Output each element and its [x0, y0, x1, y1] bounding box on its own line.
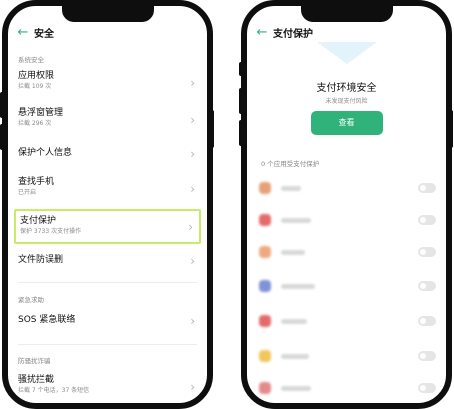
power-button — [210, 110, 214, 148]
right-top-bar: ← 支付保护 — [247, 22, 446, 42]
volume-button — [239, 120, 243, 146]
item-floating-window[interactable]: 悬浮窗管理 拦截 296 次 › — [14, 107, 201, 128]
protection-toggle[interactable] — [418, 183, 436, 193]
apps-count-label: 0 个应用受支付保护 — [261, 160, 320, 168]
app-icon — [259, 350, 271, 362]
app-row — [247, 378, 446, 398]
item-find-phone[interactable]: 查找手机 已开启 › — [14, 176, 201, 197]
item-title: 保护个人信息 — [18, 148, 73, 158]
item-payment-protection[interactable]: 支付保护 保护 3733 次支付操作 › — [14, 209, 201, 244]
status-subtitle: 未发现支付风险 — [325, 98, 368, 105]
item-title: 文件防误删 — [18, 255, 64, 265]
app-icon — [259, 315, 271, 327]
app-icon — [259, 382, 271, 394]
chevron-right-icon: › — [190, 314, 195, 328]
item-sub: 拦截 109 次 — [18, 83, 52, 90]
section-system-label: 系统安全 — [18, 56, 44, 64]
divider — [18, 344, 197, 345]
app-row — [247, 311, 446, 331]
item-sub: 拦截 296 次 — [18, 120, 52, 127]
notch — [300, 6, 393, 22]
page-title: 支付保护 — [273, 28, 313, 40]
protection-toggle[interactable] — [418, 281, 436, 291]
item-title: 悬浮窗管理 — [18, 108, 64, 118]
app-name-blurred — [281, 284, 315, 289]
app-name-blurred — [281, 250, 305, 255]
power-button — [449, 110, 453, 148]
divider — [18, 282, 197, 283]
item-harassment-block[interactable]: 骚扰拦截 拦截 7 个电话，37 条短信 › — [14, 374, 201, 395]
left-top-bar: ← 安全 — [8, 22, 207, 42]
volume-button — [239, 88, 243, 114]
app-name-blurred — [281, 319, 307, 324]
chevron-right-icon: › — [190, 147, 195, 161]
page-title: 安全 — [34, 28, 54, 40]
phone-frame-right: ← 支付保护 支付环境安全 未发现支付风险 查看 0 个应用受支付保护 — [241, 0, 452, 409]
protection-toggle[interactable] — [418, 247, 436, 257]
chevron-right-icon: › — [190, 254, 195, 268]
item-sub: 保护 3733 次支付操作 — [20, 228, 82, 235]
item-protect-personal-info[interactable]: 保护个人信息 › — [14, 147, 201, 161]
item-sub: 拦截 7 个电话，37 条短信 — [18, 387, 90, 394]
app-name-blurred — [281, 354, 309, 359]
protection-toggle[interactable] — [418, 215, 436, 225]
app-row — [247, 242, 446, 262]
item-sos[interactable]: SOS 紧急联络 › — [14, 314, 201, 328]
item-app-permissions[interactable]: 应用权限 拦截 109 次 › — [14, 70, 201, 91]
app-icon — [259, 280, 271, 292]
section-fraud-label: 防骚扰诈骗 — [18, 357, 51, 365]
app-icon — [259, 246, 271, 258]
item-title: 骚扰拦截 — [18, 375, 55, 385]
item-title: 查找手机 — [18, 177, 55, 187]
chevron-right-icon: › — [190, 113, 195, 127]
chevron-right-icon: › — [188, 220, 193, 234]
view-button[interactable]: 查看 — [310, 111, 383, 135]
chevron-right-icon: › — [190, 76, 195, 90]
shield-icon — [316, 42, 377, 64]
status-title: 支付环境安全 — [316, 83, 377, 94]
app-icon — [259, 182, 271, 194]
notch — [61, 6, 154, 22]
app-row — [247, 346, 446, 366]
app-icon — [259, 214, 271, 226]
item-title: 支付保护 — [20, 216, 57, 226]
side-button — [239, 62, 243, 76]
app-row — [247, 178, 446, 198]
chevron-right-icon: › — [190, 380, 195, 394]
item-sub: 已开启 — [18, 189, 37, 196]
back-arrow-icon[interactable]: ← — [251, 25, 273, 40]
app-name-blurred — [281, 386, 311, 391]
phone-frame-left: ← 安全 系统安全 应用权限 拦截 109 次 › 悬浮窗管理 拦截 296 次… — [2, 0, 213, 409]
app-row — [247, 210, 446, 230]
item-title: SOS 紧急联络 — [18, 315, 76, 325]
app-name-blurred — [281, 186, 301, 191]
item-title: 应用权限 — [18, 71, 55, 81]
app-row — [247, 276, 446, 296]
item-file-protection[interactable]: 文件防误删 › — [14, 254, 201, 268]
protection-toggle[interactable] — [418, 383, 436, 393]
volume-button — [0, 124, 4, 150]
app-name-blurred — [281, 218, 311, 223]
protection-toggle[interactable] — [418, 316, 436, 326]
chevron-right-icon: › — [190, 182, 195, 196]
back-arrow-icon[interactable]: ← — [12, 25, 34, 40]
section-emergency-label: 紧急求助 — [18, 296, 44, 304]
protection-toggle[interactable] — [418, 351, 436, 361]
volume-button — [0, 92, 4, 118]
